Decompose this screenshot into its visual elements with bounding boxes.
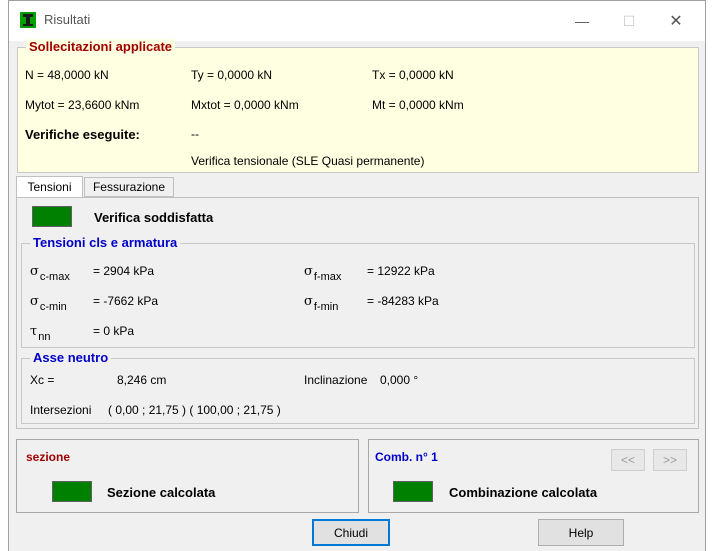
tau-nn-value: = 0 kPa — [93, 324, 135, 338]
prev-comb-button[interactable]: << — [611, 449, 645, 471]
intersezioni-value: ( 0,00 ; 21,75 ) ( 100,00 ; 21,75 ) — [108, 403, 281, 417]
mt-value: Mt = 0,0000 kNm — [372, 98, 464, 112]
c-max-subscript: c-max — [39, 271, 70, 283]
results-window: Risultati — ☐ ✕ Sollecitazioni applicate… — [8, 0, 706, 551]
tensioni-legend: Tensioni cls e armatura — [30, 235, 181, 250]
tau-nn-label: τnn — [30, 324, 50, 343]
f-max-subscript: f-max — [313, 271, 342, 283]
sezione-title: sezione — [26, 450, 71, 464]
tab-fessurazione[interactable]: Fessurazione — [84, 177, 174, 197]
tensioni-group: Tensioni cls e armatura σc-max = 2904 kP… — [21, 235, 695, 348]
xc-label: Xc = — [30, 373, 55, 387]
sigma-c-max-value: = 2904 kPa — [93, 264, 155, 278]
intersezioni-label: Intersezioni — [30, 403, 92, 417]
inclinazione-value: 0,000 ° — [380, 373, 419, 387]
c-min-subscript: c-min — [39, 301, 67, 313]
minimize-icon: — — [575, 13, 589, 29]
xc-value: 8,246 cm — [117, 373, 167, 387]
sigma-c-max-label: σc-max — [30, 264, 70, 283]
sigma-c-min-label: σc-min — [30, 294, 67, 313]
sigma-f-max-value: = 12922 kPa — [367, 264, 435, 278]
sollecitazioni-legend: Sollecitazioni applicate — [26, 39, 176, 54]
sollecitazioni-panel: Sollecitazioni applicate N = 48,0000 kN … — [17, 39, 699, 173]
verifiche-label: Verifiche eseguite: — [25, 127, 140, 142]
ty-value: Ty = 0,0000 kN — [191, 68, 273, 82]
sigma-symbol: σ — [304, 264, 313, 279]
maximize-button: ☐ — [613, 7, 645, 35]
sezione-status: Sezione calcolata — [107, 485, 216, 500]
tx-value: Tx = 0,0000 kN — [372, 68, 454, 82]
close-icon: ✕ — [669, 13, 683, 30]
sigma-f-min-value: = -84283 kPa — [367, 294, 439, 308]
sigma-symbol: σ — [30, 264, 39, 279]
help-button[interactable]: Help — [538, 519, 624, 546]
asse-neutro-group: Asse neutro Xc = 8,246 cm Inclinazione 0… — [21, 350, 695, 424]
sezione-status-indicator — [52, 481, 92, 502]
status-label: Verifica soddisfatta — [94, 210, 214, 225]
close-window-button[interactable]: ✕ — [660, 7, 692, 35]
comb-status: Combinazione calcolata — [449, 485, 598, 500]
comb-status-indicator — [393, 481, 433, 502]
sigma-symbol: σ — [304, 294, 313, 309]
asse-neutro-legend: Asse neutro — [30, 350, 112, 365]
status-indicator — [32, 206, 72, 227]
comb-title: Comb. n° 1 — [375, 450, 438, 464]
sigma-symbol: σ — [30, 294, 39, 309]
next-comb-button[interactable]: >> — [653, 449, 687, 471]
f-min-subscript: f-min — [313, 301, 339, 313]
window-title: Risultati — [44, 12, 91, 27]
sezione-panel: sezione Sezione calcolata — [16, 439, 359, 513]
app-structure-icon — [20, 12, 36, 28]
comb-panel: Comb. n° 1 << >> Combinazione calcolata — [368, 439, 699, 513]
tau-symbol: τ — [30, 324, 38, 339]
title-bar: Risultati — ☐ ✕ — [9, 1, 705, 41]
n-value: N = 48,0000 kN — [25, 68, 109, 82]
inclinazione-label: Inclinazione — [304, 373, 368, 387]
mytot-value: Mytot = 23,6600 kNm — [25, 98, 140, 112]
nn-subscript: nn — [38, 331, 51, 343]
mxtot-value: Mxtot = 0,0000 kNm — [191, 98, 299, 112]
verifica-tipo: Verifica tensionale (SLE Quasi permanent… — [191, 154, 425, 168]
tab-tensioni[interactable]: Tensioni — [16, 176, 83, 197]
verifiche-value: -- — [191, 127, 199, 141]
minimize-button[interactable]: — — [566, 7, 598, 35]
tab-content: Verifica soddisfatta Tensioni cls e arma… — [16, 197, 699, 429]
sigma-f-min-label: σf-min — [304, 294, 338, 313]
sigma-c-min-value: = -7662 kPa — [93, 294, 159, 308]
sigma-f-max-label: σf-max — [304, 264, 341, 283]
chiudi-button[interactable]: Chiudi — [312, 519, 390, 546]
maximize-icon: ☐ — [622, 12, 636, 29]
